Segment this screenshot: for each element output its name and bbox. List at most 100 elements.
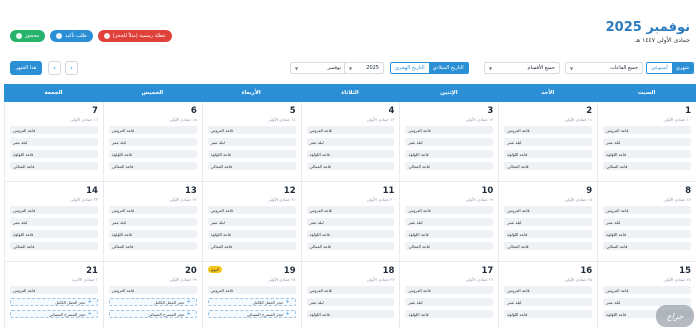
- day-cell[interactable]: 8 ١٧ جمادى الأولى قاعة العروس ليلة عمر قاعة …: [597, 182, 696, 262]
- event-item[interactable]: قاعة العروس: [207, 286, 296, 294]
- event-item[interactable]: قاعة اللؤلؤة: [306, 150, 395, 158]
- event-item[interactable]: قاعة المعالي: [405, 162, 494, 170]
- event-item[interactable]: قاعة العروس: [603, 126, 691, 134]
- event-item[interactable]: قاعة العروس: [207, 206, 296, 214]
- event-item[interactable]: قاعة اللؤلؤة: [108, 230, 197, 238]
- prev-button[interactable]: ‹: [48, 61, 61, 75]
- event-item[interactable]: ليلة عمر: [504, 218, 593, 226]
- event-item[interactable]: قاعة اللؤلؤة: [207, 150, 296, 158]
- event-item[interactable]: قاعة العروس: [405, 126, 494, 134]
- event-item[interactable]: قاعة اللؤلؤة: [504, 230, 593, 238]
- hijri-toggle[interactable]: التاريخ الهجري: [391, 63, 429, 73]
- view-week-toggle[interactable]: أسبوعي: [647, 63, 672, 73]
- event-item[interactable]: قاعة اللؤلؤة: [603, 230, 691, 238]
- event-item[interactable]: قاعة اللؤلؤة: [603, 150, 691, 158]
- day-cell[interactable]: 6 ١٥ جمادى الأولى قاعة العروس ليلة عمر قاعة …: [102, 102, 202, 182]
- event-item[interactable]: قاعة اللؤلؤة: [10, 150, 98, 158]
- day-cell[interactable]: 1 ١٠ جمادى الأولى قاعة العروس ليلة عمر قاعة …: [597, 102, 696, 182]
- add-booking-slot[interactable]: حجز الحفل الكامل: [10, 298, 98, 306]
- event-item[interactable]: قاعة اللؤلؤة: [108, 150, 197, 158]
- event-item[interactable]: قاعة العروس: [504, 206, 593, 214]
- event-item[interactable]: قاعة العروس: [504, 286, 593, 294]
- event-item[interactable]: قاعة العروس: [10, 286, 98, 294]
- status-holiday-button[interactable]: عطلة رسمية (مثلاً للحجز): [97, 30, 173, 42]
- sections-select[interactable]: ▼ جميع الأقسام: [484, 62, 560, 74]
- event-item[interactable]: ليلة عمر: [306, 298, 395, 306]
- event-item[interactable]: قاعة اللؤلؤة: [207, 230, 296, 238]
- event-item[interactable]: ليلة عمر: [207, 218, 296, 226]
- day-cell[interactable]: 11 ٢٠ جمادى الأولى قاعة العروس ليلة عمر قاعة…: [300, 182, 400, 262]
- event-item[interactable]: قاعة اللؤلؤة: [10, 230, 98, 238]
- event-item[interactable]: قاعة اللؤلؤة: [306, 310, 395, 318]
- event-item[interactable]: ليلة عمر: [306, 218, 395, 226]
- next-button[interactable]: ›: [65, 61, 78, 75]
- event-item[interactable]: ليلة عمر: [603, 218, 691, 226]
- event-item[interactable]: قاعة العروس: [306, 206, 395, 214]
- add-booking-slot[interactable]: حجز المسرح المسائي: [108, 310, 197, 318]
- day-cell[interactable]: 2 ١١ جمادى الأولى قاعة العروس ليلة عمر قاعة …: [498, 102, 598, 182]
- day-cell[interactable]: 20٢٩ جمادى الأولى قاعة العروس حجز الحفل ال…: [102, 262, 202, 329]
- day-cell[interactable]: 16 ٢٥ جمادى الأولى قاعة العروس ليلة عمر قاعة…: [498, 262, 598, 329]
- day-cell[interactable]: 14 ٢٣ جمادى الأولى قاعة العروس ليلة عمر قاعة…: [4, 182, 103, 262]
- event-item[interactable]: قاعة اللؤلؤة: [405, 230, 494, 238]
- event-item[interactable]: قاعة المعالي: [306, 162, 395, 170]
- day-cell[interactable]: 5 ١٤ جمادى الأولى قاعة العروس ليلة عمر قاعة …: [201, 102, 301, 182]
- event-item[interactable]: قاعة اللؤلؤة: [504, 150, 593, 158]
- event-item[interactable]: قاعة المعالي: [207, 242, 296, 250]
- event-item[interactable]: قاعة المعالي: [108, 162, 197, 170]
- event-item[interactable]: قاعة اللؤلؤة: [504, 310, 593, 318]
- day-cell[interactable]: 18 ٢٧ جمادى الأولى قاعة العروس ليلة عمر قاعة…: [300, 262, 400, 329]
- event-item[interactable]: قاعة المعالي: [603, 242, 691, 250]
- event-item[interactable]: ليلة عمر: [405, 138, 494, 146]
- event-item[interactable]: ليلة عمر: [108, 138, 197, 146]
- event-item[interactable]: قاعة العروس: [207, 126, 296, 134]
- today-button[interactable]: هذا الشهر: [10, 61, 42, 75]
- status-pending-button[interactable]: طلب تأكيد: [50, 30, 93, 42]
- day-cell[interactable]: 17 ٢٦ جمادى الأولى قاعة العروس ليلة عمر قاعة…: [399, 262, 499, 329]
- event-item[interactable]: قاعة المعالي: [405, 242, 494, 250]
- event-item[interactable]: قاعة المعالي: [306, 242, 395, 250]
- day-cell[interactable]: 4 ١٣ جمادى الأولى قاعة العروس ليلة عمر قاعة …: [300, 102, 400, 182]
- event-item[interactable]: قاعة اللؤلؤة: [306, 230, 395, 238]
- event-item[interactable]: قاعة العروس: [10, 126, 98, 134]
- event-item[interactable]: قاعة العروس: [405, 206, 494, 214]
- event-item[interactable]: قاعة المعالي: [207, 162, 296, 170]
- event-item[interactable]: ليلة عمر: [504, 298, 593, 306]
- add-booking-slot[interactable]: حجز المسرح المسائي: [10, 310, 98, 318]
- event-item[interactable]: ليلة عمر: [108, 218, 197, 226]
- event-item[interactable]: ليلة عمر: [10, 218, 98, 226]
- event-item[interactable]: قاعة العروس: [306, 126, 395, 134]
- gregorian-toggle[interactable]: التاريخ الميلادي: [428, 63, 468, 73]
- day-cell[interactable]: 21١ جمادى الآخرة قاعة العروس حجز الحفل الك…: [4, 262, 103, 329]
- event-item[interactable]: ليلة عمر: [207, 138, 296, 146]
- event-item[interactable]: قاعة العروس: [306, 286, 395, 294]
- event-item[interactable]: قاعة العروس: [504, 126, 593, 134]
- event-item[interactable]: قاعة المعالي: [10, 242, 98, 250]
- event-item[interactable]: قاعة المعالي: [504, 242, 593, 250]
- event-item[interactable]: ليلة عمر: [405, 218, 494, 226]
- halls-select[interactable]: ▼ جميع القاعات: [565, 62, 643, 74]
- view-month-toggle[interactable]: شهري: [671, 63, 693, 73]
- event-item[interactable]: قاعة العروس: [108, 126, 197, 134]
- event-item[interactable]: ليلة عمر: [306, 138, 395, 146]
- event-item[interactable]: قاعة العروس: [10, 206, 98, 214]
- day-cell[interactable]: 3 ١٢ جمادى الأولى قاعة العروس ليلة عمر قاعة …: [399, 102, 499, 182]
- event-item[interactable]: قاعة المعالي: [603, 162, 691, 170]
- event-item[interactable]: ليلة عمر: [10, 138, 98, 146]
- month-select[interactable]: ▼ نوفمبر: [290, 62, 346, 74]
- event-item[interactable]: ليلة عمر: [504, 138, 593, 146]
- add-booking-slot[interactable]: حجز المسرح المسائي: [207, 310, 296, 318]
- day-cell[interactable]: 9 ١٨ جمادى الأولى قاعة العروس ليلة عمر قاعة …: [498, 182, 598, 262]
- event-item[interactable]: ليلة عمر: [405, 298, 494, 306]
- event-item[interactable]: قاعة العروس: [108, 206, 197, 214]
- event-item[interactable]: قاعة اللؤلؤة: [405, 310, 494, 318]
- day-cell[interactable]: 13 ٢٢ جمادى الأولى قاعة العروس ليلة عمر قاعة…: [102, 182, 202, 262]
- day-cell[interactable]: 7 ١٦ جمادى الأولى قاعة العروس ليلة عمر قاعة …: [4, 102, 103, 182]
- event-item[interactable]: قاعة العروس: [405, 286, 494, 294]
- event-item[interactable]: قاعة المعالي: [10, 162, 98, 170]
- event-item[interactable]: قاعة العروس: [603, 286, 691, 294]
- event-item[interactable]: قاعة العروس: [108, 286, 197, 294]
- year-select[interactable]: ▼ 2025: [344, 62, 384, 74]
- event-item[interactable]: قاعة المعالي: [108, 242, 197, 250]
- event-item[interactable]: ليلة عمر: [603, 138, 691, 146]
